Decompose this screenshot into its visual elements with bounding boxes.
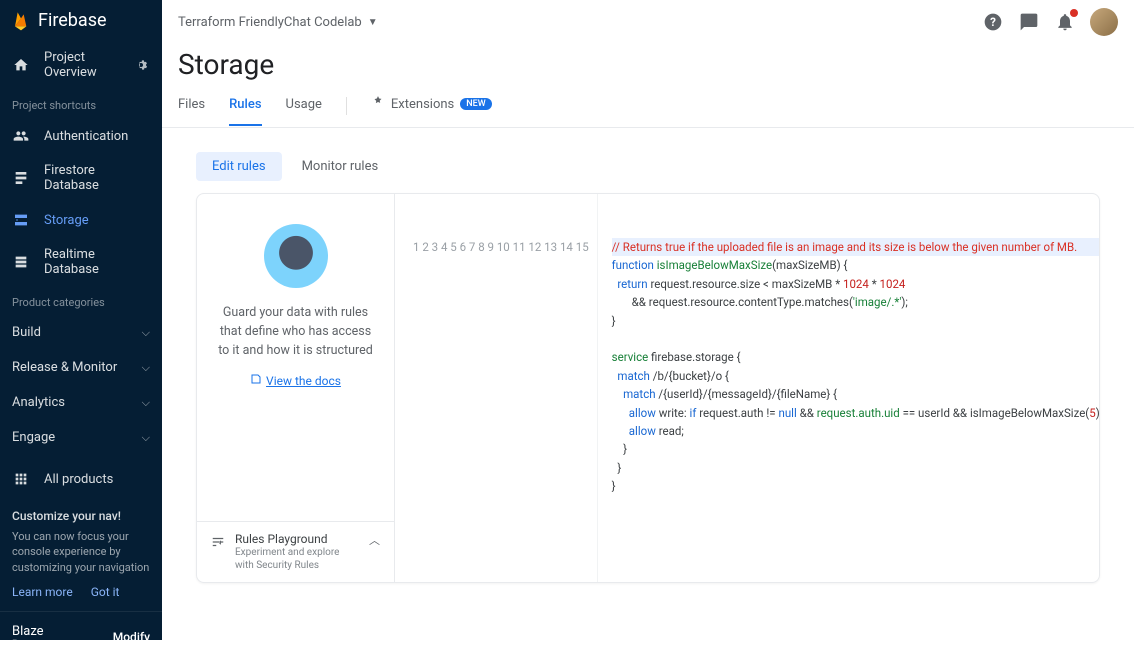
project-name: Terraform FriendlyChat Codelab — [178, 15, 362, 30]
view-docs-link[interactable]: View the docs — [250, 373, 341, 388]
category-build[interactable]: Build⌵ — [0, 315, 162, 350]
guard-text: Guard your data with rules that define w… — [213, 304, 378, 360]
sidebar: Firebase Project Overview Project shortc… — [0, 0, 162, 640]
notifications-icon[interactable] — [1054, 11, 1076, 33]
sidebar-item-storage[interactable]: Storage — [0, 202, 162, 238]
home-icon — [12, 56, 30, 74]
tab-extensions[interactable]: Extensions NEW — [371, 95, 492, 127]
sidebar-item-label: Firestore Database — [44, 163, 150, 193]
playground-desc: Experiment and explore with Security Rul… — [235, 546, 359, 572]
tab-divider — [346, 97, 347, 115]
got-it-link[interactable]: Got it — [91, 585, 120, 599]
learn-more-link[interactable]: Learn more — [12, 585, 73, 599]
firestore-icon — [12, 169, 30, 187]
playground-title: Rules Playground — [235, 532, 359, 546]
main: Terraform FriendlyChat Codelab ▼ ? Stora… — [162, 0, 1134, 640]
left-pane: Guard your data with rules that define w… — [197, 194, 395, 582]
database-icon — [12, 253, 30, 271]
brand-text: Firebase — [38, 10, 107, 31]
plan-name: Blaze — [12, 624, 74, 639]
new-badge: NEW — [460, 98, 491, 110]
modify-button[interactable]: Modify — [113, 630, 150, 644]
project-selector[interactable]: Terraform FriendlyChat Codelab ▼ — [178, 15, 378, 30]
chevron-down-icon: ⌵ — [142, 361, 150, 375]
sidebar-item-label: Authentication — [44, 129, 128, 144]
plan-sub: Pay as you go — [12, 639, 74, 650]
chevron-down-icon: ⌵ — [142, 396, 150, 410]
tab-rules[interactable]: Rules — [229, 97, 261, 126]
topbar: Terraform FriendlyChat Codelab ▼ ? — [162, 0, 1134, 44]
help-icon[interactable]: ? — [982, 11, 1004, 33]
svg-text:?: ? — [990, 15, 996, 29]
guard-illustration-icon — [264, 224, 328, 288]
notification-dot-icon — [1070, 9, 1078, 17]
sidebar-item-label: Storage — [44, 213, 89, 228]
docs-icon — [250, 373, 262, 388]
firebase-brand[interactable]: Firebase — [0, 0, 162, 41]
code-body[interactable]: // Returns true if the uploaded file is … — [598, 194, 1099, 582]
sidebar-item-all-products[interactable]: All products — [0, 461, 162, 497]
chevron-up-icon: ︿ — [369, 532, 380, 548]
chevron-down-icon: ⌵ — [142, 326, 150, 340]
customize-desc: You can now focus your console experienc… — [12, 529, 150, 575]
caret-down-icon: ▼ — [368, 17, 378, 28]
subtab-monitor-rules[interactable]: Monitor rules — [286, 152, 395, 181]
customize-title: Customize your nav! — [12, 509, 150, 523]
avatar[interactable] — [1090, 8, 1118, 36]
sidebar-item-label: All products — [44, 472, 113, 487]
tabs: Files Rules Usage Extensions NEW — [162, 81, 1134, 128]
people-icon — [12, 127, 30, 145]
category-engage[interactable]: Engage⌵ — [0, 420, 162, 455]
chevron-down-icon: ⌵ — [142, 431, 150, 445]
line-gutter: 1 2 3 4 5 6 7 8 9 10 11 12 13 14 15 — [395, 194, 598, 582]
sidebar-item-overview[interactable]: Project Overview — [0, 41, 132, 89]
feedback-icon[interactable] — [1018, 11, 1040, 33]
categories-label: Product categories — [0, 286, 162, 315]
sidebar-item-label: Project Overview — [44, 50, 120, 80]
rules-playground-toggle[interactable]: Rules Playground Experiment and explore … — [197, 521, 394, 582]
plan-row: Blaze Pay as you go Modify — [0, 611, 162, 662]
category-analytics[interactable]: Analytics⌵ — [0, 385, 162, 420]
storage-icon — [12, 211, 30, 229]
sidebar-item-authentication[interactable]: Authentication — [0, 118, 162, 154]
category-release-monitor[interactable]: Release & Monitor⌵ — [0, 350, 162, 385]
tab-usage[interactable]: Usage — [286, 97, 322, 126]
editor-panel: Guard your data with rules that define w… — [196, 193, 1100, 583]
grid-icon — [12, 470, 30, 488]
firebase-logo-icon — [12, 12, 30, 30]
code-editor[interactable]: 1 2 3 4 5 6 7 8 9 10 11 12 13 14 15 // R… — [395, 194, 1099, 582]
tab-files[interactable]: Files — [178, 97, 205, 126]
shortcuts-label: Project shortcuts — [0, 89, 162, 118]
content: Edit rules Monitor rules Guard your data… — [162, 128, 1134, 640]
sidebar-item-label: Realtime Database — [44, 247, 150, 277]
sidebar-item-firestore[interactable]: Firestore Database — [0, 154, 162, 202]
page-title: Storage — [162, 44, 1134, 81]
sidebar-item-realtime-db[interactable]: Realtime Database — [0, 238, 162, 286]
subtab-edit-rules[interactable]: Edit rules — [196, 152, 282, 181]
customize-nav-box: Customize your nav! You can now focus yo… — [0, 497, 162, 611]
extensions-icon — [371, 95, 385, 113]
gear-icon[interactable] — [132, 56, 150, 74]
tune-icon — [211, 534, 225, 553]
